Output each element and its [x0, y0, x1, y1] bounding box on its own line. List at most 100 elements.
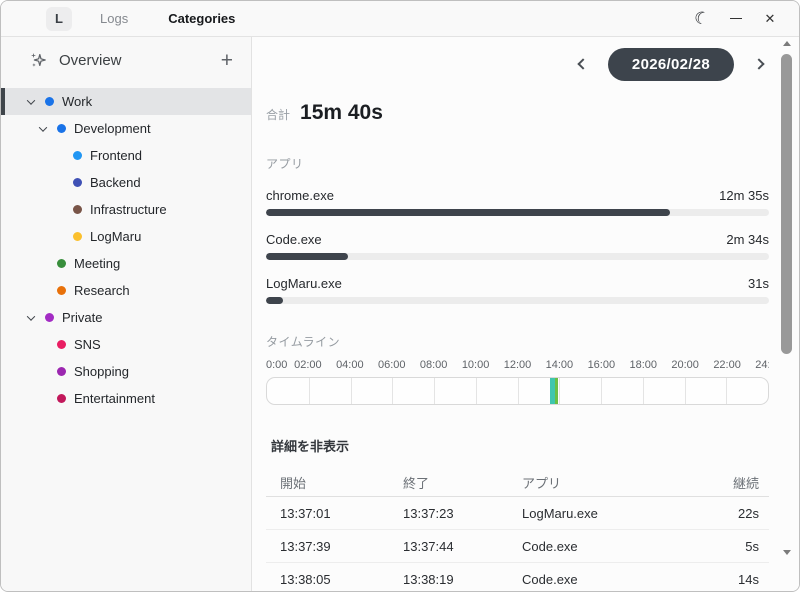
tree-item-meeting[interactable]: Meeting [1, 250, 251, 277]
toggle-details-button[interactable]: 詳細を非表示 [271, 436, 349, 455]
minimize-icon [730, 18, 742, 19]
table-row[interactable]: 13:38:05 13:38:19 Code.exe 14s [266, 563, 769, 592]
tree-item-infrastructure[interactable]: Infrastructure [1, 196, 251, 223]
main-content: 2026/02/28 合計 15m 40s アプリ chrome.exe 12m… [252, 47, 799, 592]
vertical-scrollbar[interactable] [779, 41, 795, 555]
timeline-gridline [601, 378, 602, 404]
cell-end: 13:37:44 [403, 539, 522, 554]
total-value: 15m 40s [300, 101, 383, 125]
timeline-tick: 06:00 [378, 359, 406, 371]
column-header-end: 終了 [403, 473, 522, 492]
tree-item-label: SNS [74, 337, 101, 352]
category-color-dot [57, 394, 66, 403]
cell-app: LogMaru.exe [522, 506, 687, 521]
timeline-tick: 08:00 [420, 359, 448, 371]
table-row[interactable]: 13:37:01 13:37:23 LogMaru.exe 22s [266, 497, 769, 530]
timeline-gridline [476, 378, 477, 404]
timeline-gridline [685, 378, 686, 404]
cell-duration: 14s [687, 572, 759, 587]
sparkles-icon [29, 51, 47, 69]
tree-item-sns[interactable]: SNS [1, 331, 251, 358]
tree-item-label: Research [74, 283, 130, 298]
scroll-down-arrow-icon[interactable] [783, 550, 791, 555]
vertical-scrollbar-thumb[interactable] [781, 54, 792, 354]
timeline-gridline [434, 378, 435, 404]
tree-item-shopping[interactable]: Shopping [1, 358, 251, 385]
tree-item-label: Entertainment [74, 391, 155, 406]
app-duration: 31s [748, 276, 769, 291]
category-color-dot [57, 367, 66, 376]
cell-start: 13:37:39 [280, 539, 403, 554]
tab-categories[interactable]: Categories [168, 11, 235, 26]
timeline-tick: 10:00 [462, 359, 490, 371]
sidebar-title: Overview [59, 52, 205, 69]
timeline-tick-labels: 0:00 02:00 04:00 06:00 08:00 10:00 12:00… [266, 359, 769, 374]
tab-logs[interactable]: Logs [100, 11, 128, 26]
timeline-tick: 04:00 [336, 359, 364, 371]
close-button[interactable]: ✕ [753, 5, 787, 33]
vertical-scrollbar-track[interactable] [779, 50, 795, 546]
category-color-dot [57, 124, 66, 133]
cell-app: Code.exe [522, 572, 687, 587]
category-color-dot [45, 97, 54, 106]
apps-section-title: アプリ [266, 155, 769, 172]
cell-app: Code.exe [522, 539, 687, 554]
add-category-button[interactable]: + [217, 50, 237, 71]
tree-item-development[interactable]: Development [1, 115, 251, 142]
timeline-tick: 20:00 [671, 359, 699, 371]
cell-duration: 5s [687, 539, 759, 554]
tree-item-frontend[interactable]: Frontend [1, 142, 251, 169]
table-row[interactable]: 13:37:39 13:37:44 Code.exe 5s [266, 530, 769, 563]
main-panel: 2026/02/28 合計 15m 40s アプリ chrome.exe 12m… [252, 37, 799, 591]
timeline-gridline [726, 378, 727, 404]
sidebar-header: Overview + [1, 37, 251, 83]
app-duration: 2m 34s [726, 232, 769, 247]
app-usage-row: chrome.exe 12m 35s [266, 188, 769, 216]
scroll-up-arrow-icon[interactable] [783, 41, 791, 46]
timeline-gridline [643, 378, 644, 404]
category-color-dot [73, 232, 82, 241]
tree-item-research[interactable]: Research [1, 277, 251, 304]
timeline-activity-segment [555, 378, 558, 404]
app-usage-bar-fill [266, 297, 283, 304]
cell-start: 13:38:05 [280, 572, 403, 587]
next-day-button[interactable] [753, 58, 764, 69]
tree-item-label: Work [62, 94, 92, 109]
timeline-tick: 02:00 [294, 359, 322, 371]
category-color-dot [73, 151, 82, 160]
timeline-track[interactable] [266, 377, 769, 405]
tree-item-entertainment[interactable]: Entertainment [1, 385, 251, 412]
app-usage-bar [266, 297, 769, 304]
timeline-gridline [351, 378, 352, 404]
timeline-tick: 14:00 [546, 359, 574, 371]
previous-day-button[interactable] [577, 58, 588, 69]
app-window: L Logs Categories ☾ ✕ Overview + [0, 0, 800, 592]
app-logo: L [46, 7, 72, 31]
timeline-tick: 0:00 [266, 359, 287, 371]
app-usage-bar [266, 253, 769, 260]
app-usage-bar-fill [266, 209, 670, 216]
tree-item-work[interactable]: Work [1, 88, 251, 115]
date-pill[interactable]: 2026/02/28 [608, 48, 734, 81]
moon-icon: ☾ [693, 8, 712, 28]
timeline-tick: 16:00 [588, 359, 616, 371]
theme-toggle-button[interactable]: ☾ [685, 5, 719, 33]
tree-item-label: Frontend [90, 148, 142, 163]
category-tree: Work Development Frontend Backend [1, 88, 251, 412]
cell-end: 13:37:23 [403, 506, 522, 521]
minimize-button[interactable] [719, 5, 753, 33]
chevron-down-icon[interactable] [27, 96, 35, 104]
timeline-tick: 12:00 [504, 359, 532, 371]
app-duration: 12m 35s [719, 188, 769, 203]
table-header-row: 開始 終了 アプリ 継続 [266, 468, 769, 497]
tree-item-private[interactable]: Private [1, 304, 251, 331]
app-name: chrome.exe [266, 188, 334, 203]
timeline-section-title: タイムライン [266, 333, 769, 350]
cell-duration: 22s [687, 506, 759, 521]
tree-item-label: Meeting [74, 256, 120, 271]
chevron-down-icon[interactable] [39, 123, 47, 131]
tree-item-backend[interactable]: Backend [1, 169, 251, 196]
chevron-down-icon[interactable] [27, 312, 35, 320]
tree-item-logmaru[interactable]: LogMaru [1, 223, 251, 250]
app-usage-row: Code.exe 2m 34s [266, 232, 769, 260]
